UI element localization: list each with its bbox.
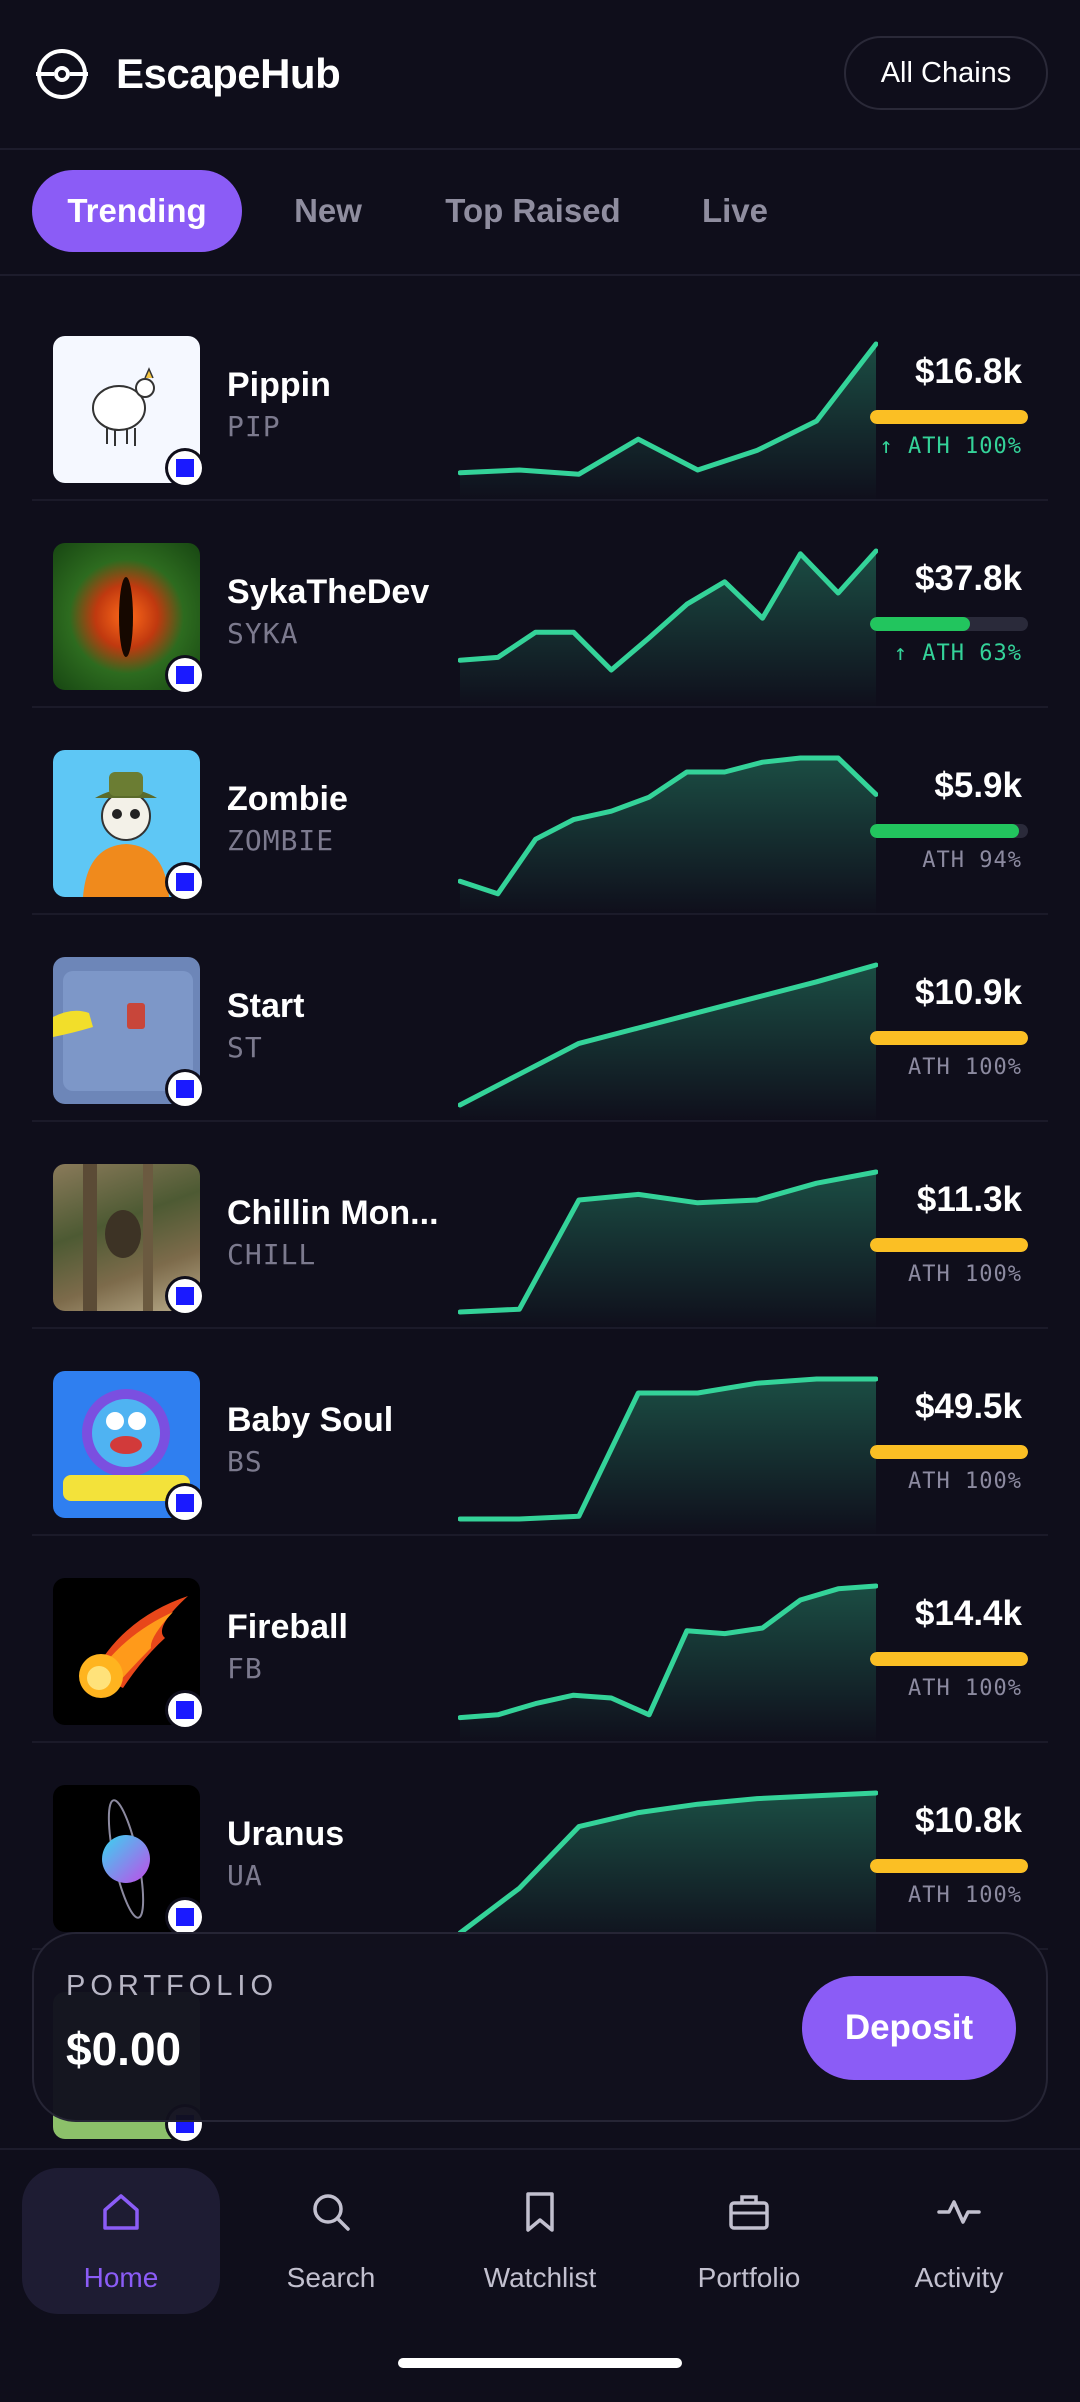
chain-badge-icon <box>168 451 202 485</box>
nav-home[interactable]: Home <box>22 2168 220 2314</box>
token-symbol: BS <box>227 1445 263 1478</box>
sparkline-area <box>460 1379 876 1537</box>
ath-progress-bar <box>870 617 1028 631</box>
token-symbol: ZOMBIE <box>227 824 335 857</box>
token-price: $16.8k <box>914 352 1022 391</box>
price-sparkline <box>458 1583 878 1744</box>
ath-progress-bar <box>870 1445 1028 1459</box>
token-name: Zombie <box>227 780 348 818</box>
portfolio-value: $0.00 <box>66 2023 182 2075</box>
token-row[interactable]: Chillin Mon... CHILL $11.3k ATH 100% <box>32 1120 1048 1330</box>
ath-label: ATH 100% <box>908 1676 1022 1701</box>
ath-label: ATH 94% <box>922 848 1022 873</box>
sparkline-area <box>460 551 876 709</box>
token-price: $10.9k <box>914 973 1022 1012</box>
nav-watchlist[interactable]: Watchlist <box>441 2168 639 2314</box>
price-sparkline <box>458 962 878 1123</box>
ath-progress-bar <box>870 1652 1028 1666</box>
price-sparkline <box>458 1376 878 1537</box>
sparkline-area <box>460 1793 876 1951</box>
token-symbol: ST <box>227 1031 263 1064</box>
token-row[interactable]: Fireball FB $14.4k ATH 100% <box>32 1534 1048 1744</box>
ath-label: ATH 100% <box>908 1469 1022 1494</box>
nav-activity[interactable]: Activity <box>860 2168 1058 2314</box>
activity-icon <box>937 2200 981 2224</box>
briefcase-icon <box>729 2195 769 2230</box>
chain-badge-icon <box>168 865 202 899</box>
ath-progress-bar <box>870 824 1028 838</box>
deposit-button[interactable]: Deposit <box>802 1976 1016 2080</box>
token-symbol: SYKA <box>227 617 299 650</box>
token-symbol: UA <box>227 1859 263 1892</box>
ath-label: ATH 100% <box>908 1055 1022 1080</box>
price-sparkline <box>458 755 878 916</box>
token-price: $14.4k <box>914 1594 1022 1633</box>
sparkline-area <box>460 1586 876 1744</box>
token-symbol: CHILL <box>227 1238 317 1271</box>
nav-portfolio[interactable]: Portfolio <box>650 2168 848 2314</box>
token-name: Chillin Mon... <box>227 1194 437 1232</box>
chain-badge-icon <box>168 1693 202 1727</box>
token-row[interactable]: Uranus UA $10.8k ATH 100% <box>32 1741 1048 1951</box>
ath-label: ATH 100% <box>908 1883 1022 1908</box>
token-list: Pippin PIP $16.8k ↑ ATH 100% SykaTheDev … <box>0 292 1080 2152</box>
search-icon <box>313 2194 350 2231</box>
bookmark-icon <box>526 2192 554 2232</box>
chain-selector-button[interactable]: All Chains <box>844 36 1048 110</box>
token-name: Baby Soul <box>227 1401 394 1439</box>
ath-label: ATH 100% <box>908 1262 1022 1287</box>
price-sparkline <box>458 1169 878 1330</box>
sparkline-area <box>460 965 876 1123</box>
token-name: SykaTheDev <box>227 573 430 611</box>
nav-label: Activity <box>914 2262 1004 2293</box>
nav-label: Home <box>83 2262 159 2293</box>
app-title: EscapeHub <box>116 50 341 97</box>
nav-label: Search <box>286 2262 376 2293</box>
nav-label: Watchlist <box>483 2262 597 2293</box>
ath-progress-bar <box>870 1031 1028 1045</box>
portfolio-label: PORTFOLIO <box>66 1970 279 2002</box>
nav-label: Portfolio <box>697 2262 801 2293</box>
tab-live[interactable]: Live <box>680 170 790 252</box>
token-row[interactable]: Baby Soul BS $49.5k ATH 100% <box>32 1327 1048 1537</box>
portfolio-card: PORTFOLIO $0.00 Deposit <box>32 1932 1048 2122</box>
token-price: $49.5k <box>914 1387 1022 1426</box>
token-name: Uranus <box>227 1815 345 1853</box>
token-row[interactable]: Zombie ZOMBIE $5.9k ATH 94% <box>32 706 1048 916</box>
token-name: Pippin <box>227 366 331 404</box>
home-indicator <box>398 2358 682 2368</box>
token-price: $37.8k <box>914 559 1022 598</box>
token-symbol: FB <box>227 1652 263 1685</box>
token-price: $11.3k <box>916 1180 1022 1219</box>
ath-progress-bar <box>870 410 1028 424</box>
token-row[interactable]: SykaTheDev SYKA $37.8k ↑ ATH 63% <box>32 499 1048 709</box>
logo-icon <box>36 49 88 99</box>
chain-badge-icon <box>168 1900 202 1934</box>
chain-badge-icon <box>168 1486 202 1520</box>
app-header: EscapeHub All Chains <box>0 0 1080 150</box>
token-row[interactable]: Pippin PIP $16.8k ↑ ATH 100% <box>32 292 1048 502</box>
token-symbol: PIP <box>227 410 281 443</box>
price-sparkline <box>458 341 878 502</box>
token-price: $5.9k <box>934 766 1022 805</box>
ath-progress-bar <box>870 1238 1028 1252</box>
token-name: Start <box>227 987 305 1025</box>
token-row[interactable]: Start ST $10.9k ATH 100% <box>32 913 1048 1123</box>
ath-label: ↑ ATH 63% <box>893 641 1022 666</box>
price-sparkline <box>458 548 878 709</box>
filter-tabs: Trending New Top Raised Live <box>0 148 1080 276</box>
nav-search[interactable]: Search <box>232 2168 430 2314</box>
chain-badge-icon <box>168 658 202 692</box>
ath-progress-bar <box>870 1859 1028 1873</box>
tab-trending[interactable]: Trending <box>32 170 242 252</box>
chain-badge-icon <box>168 1072 202 1106</box>
tab-top-raised[interactable]: Top Raised <box>430 170 636 252</box>
price-sparkline <box>458 1790 878 1951</box>
token-name: Fireball <box>227 1608 348 1646</box>
ath-label: ↑ ATH 100% <box>879 434 1022 459</box>
token-price: $10.8k <box>914 1801 1022 1840</box>
chain-badge-icon <box>168 1279 202 1313</box>
tab-new[interactable]: New <box>268 170 388 252</box>
home-icon <box>103 2194 139 2230</box>
